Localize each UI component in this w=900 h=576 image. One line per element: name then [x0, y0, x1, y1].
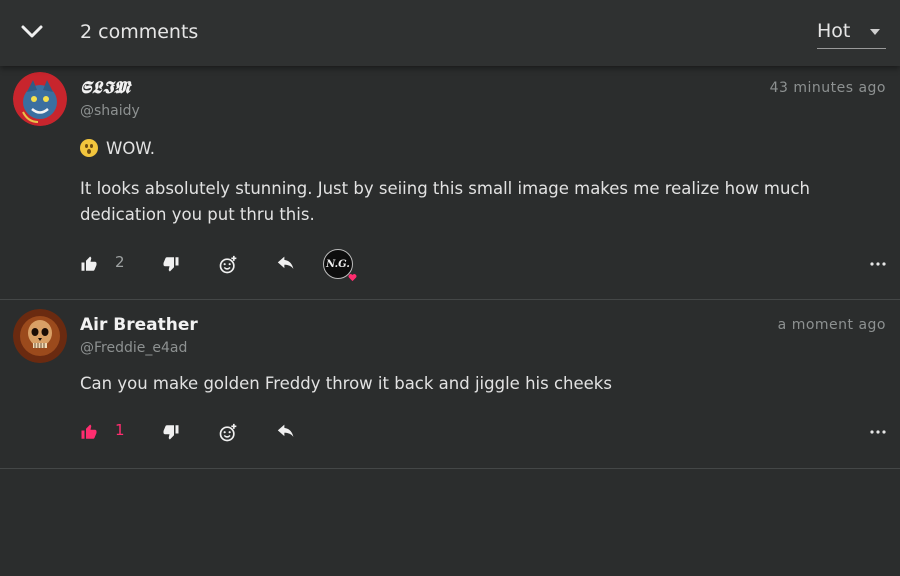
comment-text: WOW. [106, 139, 155, 158]
demon-avatar-icon [13, 72, 67, 126]
like-count: 1 [115, 421, 125, 439]
user-handle: @Freddie_e4ad [80, 340, 188, 356]
reply-arrow-icon [277, 424, 294, 437]
comment-text: Can you make golden Freddy throw it back… [80, 374, 612, 393]
skull-avatar-icon [13, 309, 67, 363]
user-display-name[interactable]: 𝕾𝕷𝕴𝕸 [80, 78, 131, 98]
thumbs-up-icon [81, 424, 97, 439]
comment-timestamp: 43 minutes ago [769, 80, 886, 96]
caret-down-icon [870, 29, 880, 35]
like-button[interactable] [80, 423, 100, 443]
sort-selected-value: Hot [817, 20, 851, 42]
thumbs-up-icon [81, 256, 97, 271]
user-display-name[interactable]: Air Breather [80, 315, 198, 335]
reply-button[interactable] [276, 255, 296, 275]
user-avatar[interactable] [13, 309, 67, 363]
comment-text-line: WOW. [80, 136, 860, 162]
more-options-button[interactable] [870, 254, 886, 274]
heart-icon [348, 274, 357, 282]
more-dots-icon [870, 262, 886, 266]
thumbs-down-icon [163, 257, 179, 272]
user-handle: @shaidy [80, 103, 140, 119]
thumbs-down-icon [163, 425, 179, 440]
astonished-face-emoji-icon [80, 139, 98, 157]
dislike-button[interactable] [162, 255, 182, 275]
dislike-button[interactable] [162, 423, 182, 443]
like-count: 2 [115, 253, 125, 271]
sort-dropdown[interactable]: Hot [817, 18, 886, 49]
more-options-button[interactable] [870, 422, 886, 442]
comment-actions: 1 [0, 418, 900, 448]
like-button[interactable] [80, 255, 100, 275]
comment-actions: 2 N.G. [0, 249, 900, 282]
comment-item: Air Breather @Freddie_e4ad a moment ago … [0, 300, 900, 469]
reply-arrow-icon [277, 256, 294, 269]
reply-button[interactable] [276, 423, 296, 443]
add-emoji-icon [219, 423, 237, 442]
add-reaction-button[interactable] [218, 255, 238, 275]
comment-item: 𝕾𝕷𝕴𝕸 @shaidy 43 minutes ago WOW. It look… [0, 66, 900, 300]
comment-text: It looks absolutely stunning. Just by se… [80, 179, 810, 224]
user-avatar[interactable] [13, 72, 67, 126]
collapse-chevron-icon[interactable] [20, 22, 44, 42]
comments-header: 2 comments Hot [0, 0, 900, 66]
add-emoji-icon [219, 255, 237, 274]
comment-count-title: 2 comments [80, 21, 199, 43]
comment-timestamp: a moment ago [777, 317, 886, 333]
add-reaction-button[interactable] [218, 423, 238, 443]
more-dots-icon [870, 430, 886, 434]
